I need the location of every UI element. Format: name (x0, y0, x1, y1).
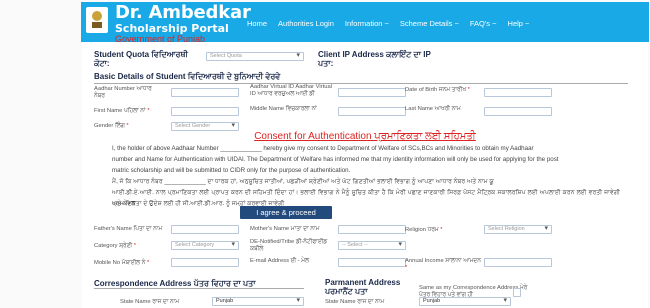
virtual-id-label: Aadhar Virtual ID Aadhar Virtual ID ਆਧਾਰ… (250, 84, 332, 97)
email-label: E-mail Address ਈ - ਮੇਲ (250, 258, 309, 264)
aadhar-input[interactable] (171, 88, 239, 97)
state-select[interactable]: Punjab (212, 297, 304, 306)
correspondence-address-heading: Correspondence Address ਪੱਤਰ ਵਿਹਾਰ ਦਾ ਪਤਾ (94, 279, 304, 289)
denotified-label: DE-Notified/Tribe ਡੀ-ਨੋਟੀਫਾਈਡ ਕਬੀਲੇ (250, 239, 327, 252)
site-header: Dr. Ambedkar Scholarship Portal Governme… (81, 2, 649, 44)
father-name-input[interactable] (171, 225, 239, 234)
nav-scheme-details[interactable]: Scheme Details ~ (400, 19, 459, 28)
quota-label: Student Quota ਵਿਦਿਆਰਥੀ ਕੋਟਾ: (94, 50, 188, 68)
nav-home[interactable]: Home (247, 19, 267, 28)
consent-text-pa-1: ਮੈਂ, ਜੋ ਕਿ ਆਧਾਰ ਨੰਬਰ ____________ ਦਾ ਧਾਰ… (112, 178, 494, 185)
permanent-state-select[interactable]: Punjab (419, 297, 511, 306)
nav-authorities-login[interactable]: Authorities Login (278, 19, 334, 28)
first-name-input[interactable] (171, 107, 239, 116)
last-name-label: Last Name ਆਖਰੀ ਨਾਮ (405, 106, 461, 112)
main-nav: Home Authorities Login Information ~ Sch… (247, 19, 529, 28)
nav-information[interactable]: Information ~ (345, 19, 389, 28)
brand-subtitle: Scholarship Portal (115, 22, 229, 35)
category-label: Category ਸ਼੍ਰੇਣੀ * (94, 243, 136, 249)
mother-name-label: Mother's Name ਮਾਤਾ ਦਾ ਨਾਮ (250, 226, 320, 232)
first-name-label: First Name ਪਹਿਲਾ ਨਾਂ * (94, 108, 150, 114)
registration-form: Student Quota ਵਿਦਿਆਰਥੀ ਕੋਟਾ: Select Quot… (82, 42, 648, 308)
middle-name-input[interactable] (338, 107, 406, 116)
emblem-icon (85, 6, 109, 34)
consent-title: Consent for Authentication ਪ੍ਰਮਾਣਿਕਤਾ ਲਈ… (254, 131, 476, 142)
religion-select[interactable]: Select Religion (484, 225, 552, 234)
dob-input[interactable] (484, 88, 552, 97)
middle-name-label: Middle Name ਵਿਚਕਾਰਲਾ ਨਾਂ (250, 106, 317, 112)
state-name-label: State Name ਰਾਜ ਦਾ ਨਾਮ (120, 299, 180, 305)
mobile-input[interactable] (171, 258, 239, 267)
basic-details-heading: Basic Details of Student ਵਿਦਿਆਰਥੀ ਦੇ ਬੁਨ… (94, 72, 628, 84)
permanent-state-label: State Name ਰਾਜ ਦਾ ਨਾਮ (325, 299, 385, 305)
nav-faqs[interactable]: FAQ's ~ (470, 19, 497, 28)
category-select[interactable]: Select Category (171, 241, 239, 250)
consent-text-en-3: matric scholarship and will be submitted… (112, 167, 351, 174)
income-label: Annual Income ਸਾਲਾਨਾ ਆਮਦਨ * (405, 258, 481, 271)
consent-text-pa-3: ਪ੍ਰਮਾਣਿਕਤਾ ਦੇ ਉਦੇਸ਼ ਲਈ ਹੀ ਸੀ.ਆਈ.ਡੀ.ਆਰ. ਨ… (112, 200, 285, 207)
brand-logo[interactable]: Dr. Ambedkar Scholarship Portal Governme… (115, 4, 251, 44)
dob-label: Date of Birth ਜਨਮ ਤਾਰੀਖ * (405, 87, 470, 93)
denotified-select[interactable]: -- Select -- (338, 241, 406, 250)
gender-select[interactable]: Select Gender (171, 122, 239, 131)
mother-name-input[interactable] (338, 225, 406, 234)
quota-select[interactable]: Select Quota (206, 52, 304, 61)
consent-text-en-2: number and Name for Authentication with … (112, 156, 559, 163)
aadhar-label: Aadhar Number ਆਧਾਰ ਨੰਬਰ (94, 86, 152, 99)
same-address-checkbox[interactable] (513, 288, 521, 297)
mobile-label: Mobile No ਮੋਬਾਈਲ ਨੰ * (94, 260, 150, 266)
nav-help[interactable]: Help ~ (508, 19, 530, 28)
income-input[interactable] (484, 258, 552, 267)
consent-text-en-1: I, the holder of above Aadhaar Number __… (112, 145, 534, 152)
virtual-id-input[interactable] (338, 88, 406, 97)
agree-proceed-button[interactable]: I agree & proceed (240, 206, 332, 219)
last-name-input[interactable] (484, 107, 552, 116)
email-input[interactable] (338, 258, 406, 267)
permanent-address-heading: Parmanent Address ਪਰਮਾਨੈਂਟ ਪਤਾ (325, 278, 401, 296)
brand-title: Dr. Ambedkar (115, 2, 251, 23)
religion-label: Religion ਧਰਮ * (405, 227, 443, 233)
client-ip-label: Client IP Address ਕਲਾਇੰਟ ਦਾ IP ਪਤਾ: (318, 50, 431, 68)
father-name-label: Father's Name ਪਿਤਾ ਦਾ ਨਾਮ (94, 226, 163, 232)
gender-label: Gender ਲਿੰਗ * (94, 123, 129, 129)
